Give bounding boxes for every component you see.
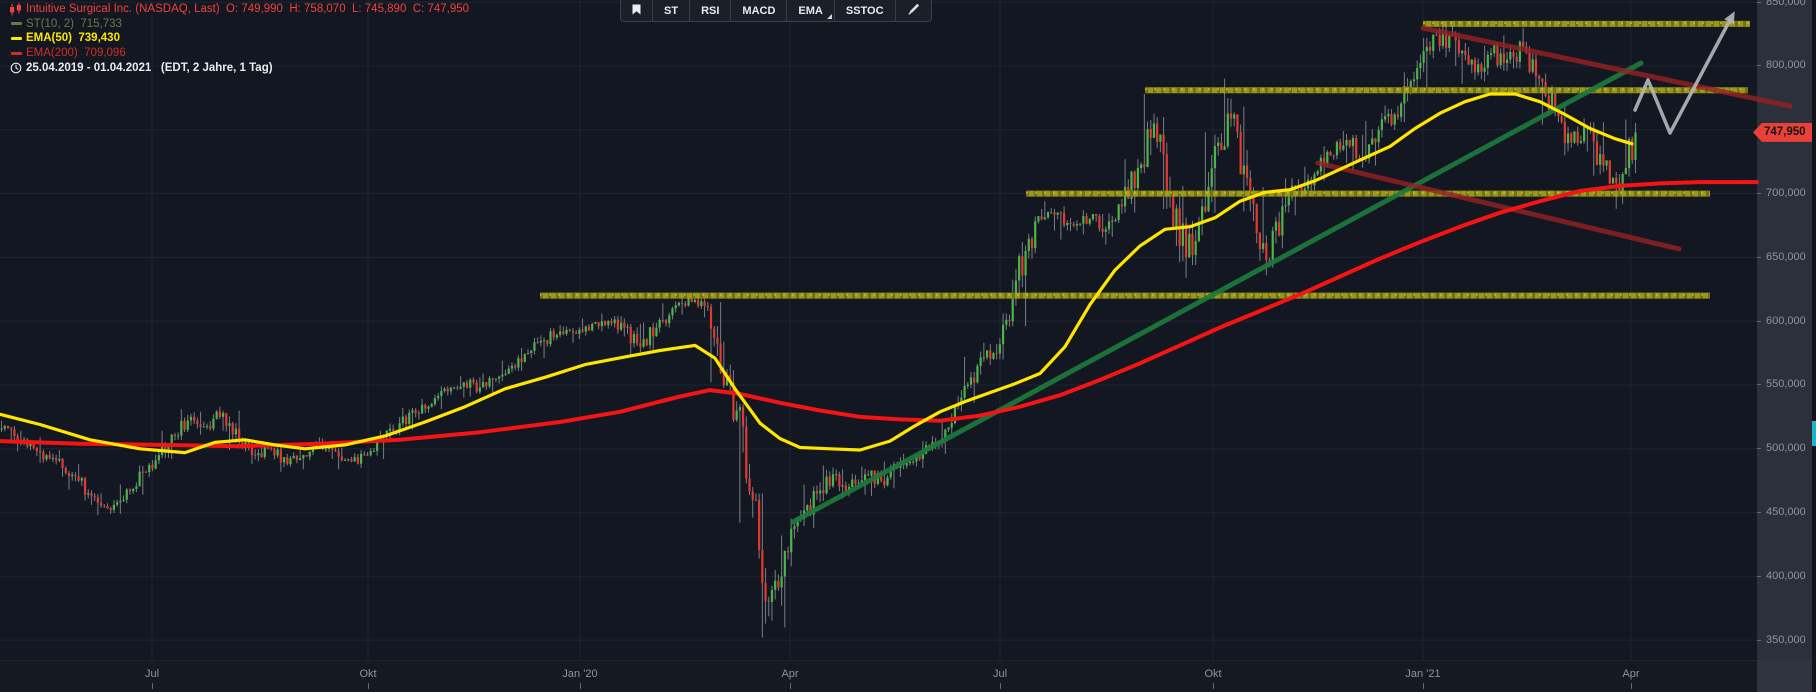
time-tick-mark [1000, 683, 1001, 689]
last-price-tag: 747,950 [1753, 123, 1812, 142]
tool-ema-label: EMA [798, 5, 822, 17]
legend-row-ema200[interactable]: EMA(200) 709,096 [6, 46, 469, 61]
ema-overlays-layer [0, 94, 1757, 453]
time-tick-label: Okt [1204, 668, 1221, 680]
time-tick-mark [790, 683, 791, 689]
instrument-legend-text: Intuitive Surgical Inc. (NASDAQ, Last) O… [26, 3, 469, 15]
draw-brush-button[interactable] [895, 0, 931, 21]
trendlines-layer [793, 28, 1790, 522]
tool-rsi-button[interactable]: RSI [689, 0, 730, 21]
time-tick-mark [1423, 683, 1424, 689]
date-range-text: 25.04.2019 - 01.04.2021 (EDT, 2 Jahre, 1… [26, 62, 273, 74]
time-tick-mark [1631, 683, 1632, 689]
time-tick-mark [368, 683, 369, 689]
brush-icon [907, 3, 920, 18]
horizontal-levels-layer [540, 23, 1750, 296]
time-tick-label: Jan '20 [562, 668, 597, 680]
time-tick-label: Apr [781, 668, 798, 680]
candles-icon [6, 3, 26, 16]
line-dash-icon [6, 37, 26, 40]
time-axis[interactable]: Jul Okt Jan '20 Apr Jul Okt Jan '21 Apr [0, 660, 1757, 692]
ema50-legend-text: EMA(50) 739,430 [26, 32, 120, 44]
price-chart-canvas[interactable] [0, 0, 1816, 660]
last-price-value: 747,950 [1764, 126, 1806, 138]
time-tick-label: Jan '21 [1405, 668, 1440, 680]
time-tick-label: Jul [145, 668, 159, 680]
axis-corner [1757, 660, 1816, 692]
clock-icon [6, 62, 26, 74]
time-tick-mark [580, 683, 581, 689]
legend-row-ema50[interactable]: EMA(50) 739,430 [6, 31, 469, 46]
time-tick-label: Okt [359, 668, 376, 680]
legend-row-daterange[interactable]: 25.04.2019 - 01.04.2021 (EDT, 2 Jahre, 1… [6, 60, 469, 75]
tool-ema-button[interactable]: EMA [786, 0, 833, 21]
line-dash-icon [6, 22, 26, 25]
candles-layer [0, 23, 1636, 638]
indicator-toolbar: ST RSI MACD EMA SSTOC [620, 0, 932, 22]
tool-supertrend-button[interactable]: ST [652, 0, 689, 21]
time-tick-label: Jul [993, 668, 1007, 680]
legend: Intuitive Surgical Inc. (NASDAQ, Last) O… [6, 2, 469, 75]
legend-row-supertrend[interactable]: ST(10, 2) 715,733 [6, 17, 469, 32]
time-tick-label: Apr [1622, 668, 1639, 680]
time-tick-mark [1213, 683, 1214, 689]
chart-window: 850,000800,000750,000700,000650,000600,0… [0, 0, 1816, 692]
line-dash-icon [6, 52, 26, 55]
watchlist-flag-button[interactable] [621, 0, 652, 21]
time-tick-mark [152, 683, 153, 689]
dropdown-corner-icon [827, 14, 832, 19]
legend-row-instrument[interactable]: Intuitive Surgical Inc. (NASDAQ, Last) O… [6, 2, 469, 17]
supertrend-legend-text: ST(10, 2) 715,733 [26, 18, 122, 30]
flag-icon [632, 4, 641, 18]
ema200-legend-text: EMA(200) 709,096 [26, 47, 126, 59]
gridlines-layer [0, 0, 1757, 660]
projection-arrow-layer [1635, 11, 1735, 133]
tool-macd-button[interactable]: MACD [730, 0, 786, 21]
tool-sstoc-button[interactable]: SSTOC [834, 0, 895, 21]
